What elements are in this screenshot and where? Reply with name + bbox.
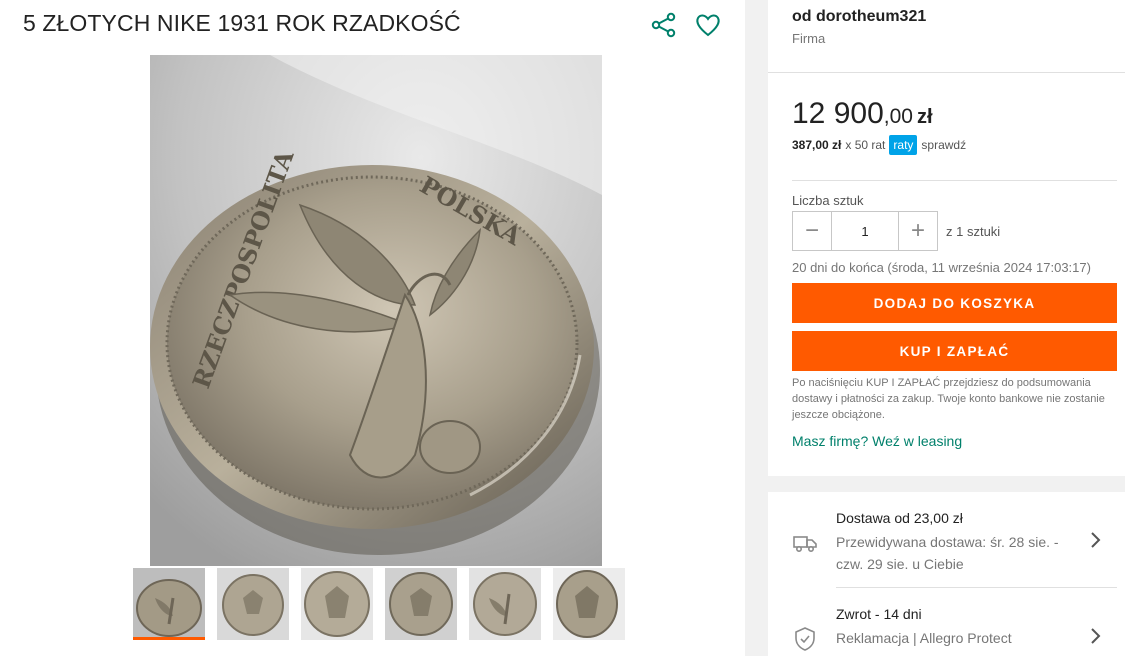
- purchase-notice: Po naciśnięciu KUP I ZAPŁAĆ przejdziesz …: [792, 377, 1105, 421]
- main-product-photo[interactable]: RZECZPOSPOLITA POLSKA: [150, 55, 602, 566]
- product-gallery-column: 5 ZŁOTYCH NIKE 1931 ROK RZADKOŚĆ RZECZPO…: [0, 0, 745, 656]
- coin-thumbnail-icon: [469, 568, 541, 640]
- heart-icon: [696, 14, 720, 37]
- coin-thumbnail-icon: [553, 568, 625, 640]
- coin-thumbnail-icon: [133, 568, 205, 640]
- coin-thumbnail-icon: [217, 568, 289, 640]
- purchase-column: od dorotheum321 Firma 12 900,00 zł 387,00…: [745, 0, 1125, 656]
- installment-check-link[interactable]: sprawdź: [921, 138, 966, 152]
- delivery-row[interactable]: Dostawa od 23,00 zł Przewidywana dostawa…: [768, 504, 1125, 584]
- thumbnail-strip: [133, 568, 637, 644]
- add-to-cart-button[interactable]: DODAJ DO KOSZYKA: [792, 283, 1117, 323]
- quantity-increase-button[interactable]: +: [898, 211, 938, 251]
- leasing-link[interactable]: Masz firmę? Weź w leasing: [792, 433, 962, 449]
- coin-photo: RZECZPOSPOLITA POLSKA: [150, 55, 602, 566]
- quantity-available: z 1 sztuki: [946, 224, 1001, 239]
- returns-title: Zwrot - 14 dni: [836, 606, 922, 622]
- coin-thumbnail-icon: [385, 568, 457, 640]
- quantity-decrease-button[interactable]: −: [792, 211, 832, 251]
- truck-icon: [793, 536, 817, 552]
- delivery-title: Dostawa od 23,00 zł: [836, 510, 963, 526]
- favorite-button[interactable]: [694, 11, 722, 39]
- share-icon: [651, 12, 676, 38]
- thumbnail-6[interactable]: [553, 568, 625, 640]
- thumbnail-4[interactable]: [385, 568, 457, 640]
- installments-info: 387,00 zł x 50 rat raty sprawdź: [792, 135, 966, 155]
- quantity-input[interactable]: [832, 211, 898, 251]
- coin-thumbnail-icon: [301, 568, 373, 640]
- share-button[interactable]: [650, 11, 678, 39]
- raty-badge[interactable]: raty: [889, 135, 918, 155]
- price-currency: zł: [916, 106, 933, 128]
- shield-icon: [795, 627, 815, 651]
- seller-name[interactable]: od dorotheum321: [792, 8, 926, 26]
- thumbnail-5[interactable]: [469, 568, 541, 640]
- chevron-right-icon: [1091, 532, 1101, 548]
- product-title: 5 ZŁOTYCH NIKE 1931 ROK RZADKOŚĆ: [23, 10, 461, 36]
- price: 12 900,00 zł: [792, 97, 933, 131]
- thumbnail-3[interactable]: [301, 568, 373, 640]
- divider: [836, 587, 1117, 588]
- delivery-panel: Dostawa od 23,00 zł Przewidywana dostawa…: [768, 492, 1125, 656]
- buy-now-button[interactable]: KUP I ZAPŁAĆ: [792, 331, 1117, 371]
- seller-type: Firma: [792, 31, 826, 46]
- purchase-panel: od dorotheum321 Firma 12 900,00 zł 387,00…: [768, 0, 1125, 476]
- price-decimals: ,00: [883, 105, 913, 128]
- quantity-label: Liczba sztuk: [792, 193, 864, 208]
- returns-row[interactable]: Zwrot - 14 dni Reklamacja | Allegro Prot…: [768, 600, 1125, 656]
- thumbnail-1[interactable]: [133, 568, 205, 640]
- chevron-right-icon: [1091, 628, 1101, 644]
- installment-amount: 387,00 zł: [792, 138, 842, 152]
- returns-subtitle: Reklamacja | Allegro Protect: [836, 630, 1012, 646]
- offer-end-time: 20 dni do końca (środa, 11 września 2024…: [792, 260, 1091, 275]
- quantity-stepper: − +: [792, 211, 938, 251]
- delivery-subtitle: Przewidywana dostawa: śr. 28 sie. - czw.…: [836, 534, 1059, 572]
- divider: [792, 180, 1117, 181]
- price-integer: 12 900: [792, 97, 884, 130]
- thumbnail-2[interactable]: [217, 568, 289, 640]
- divider: [768, 72, 1125, 73]
- installment-count: x 50 rat: [845, 138, 886, 152]
